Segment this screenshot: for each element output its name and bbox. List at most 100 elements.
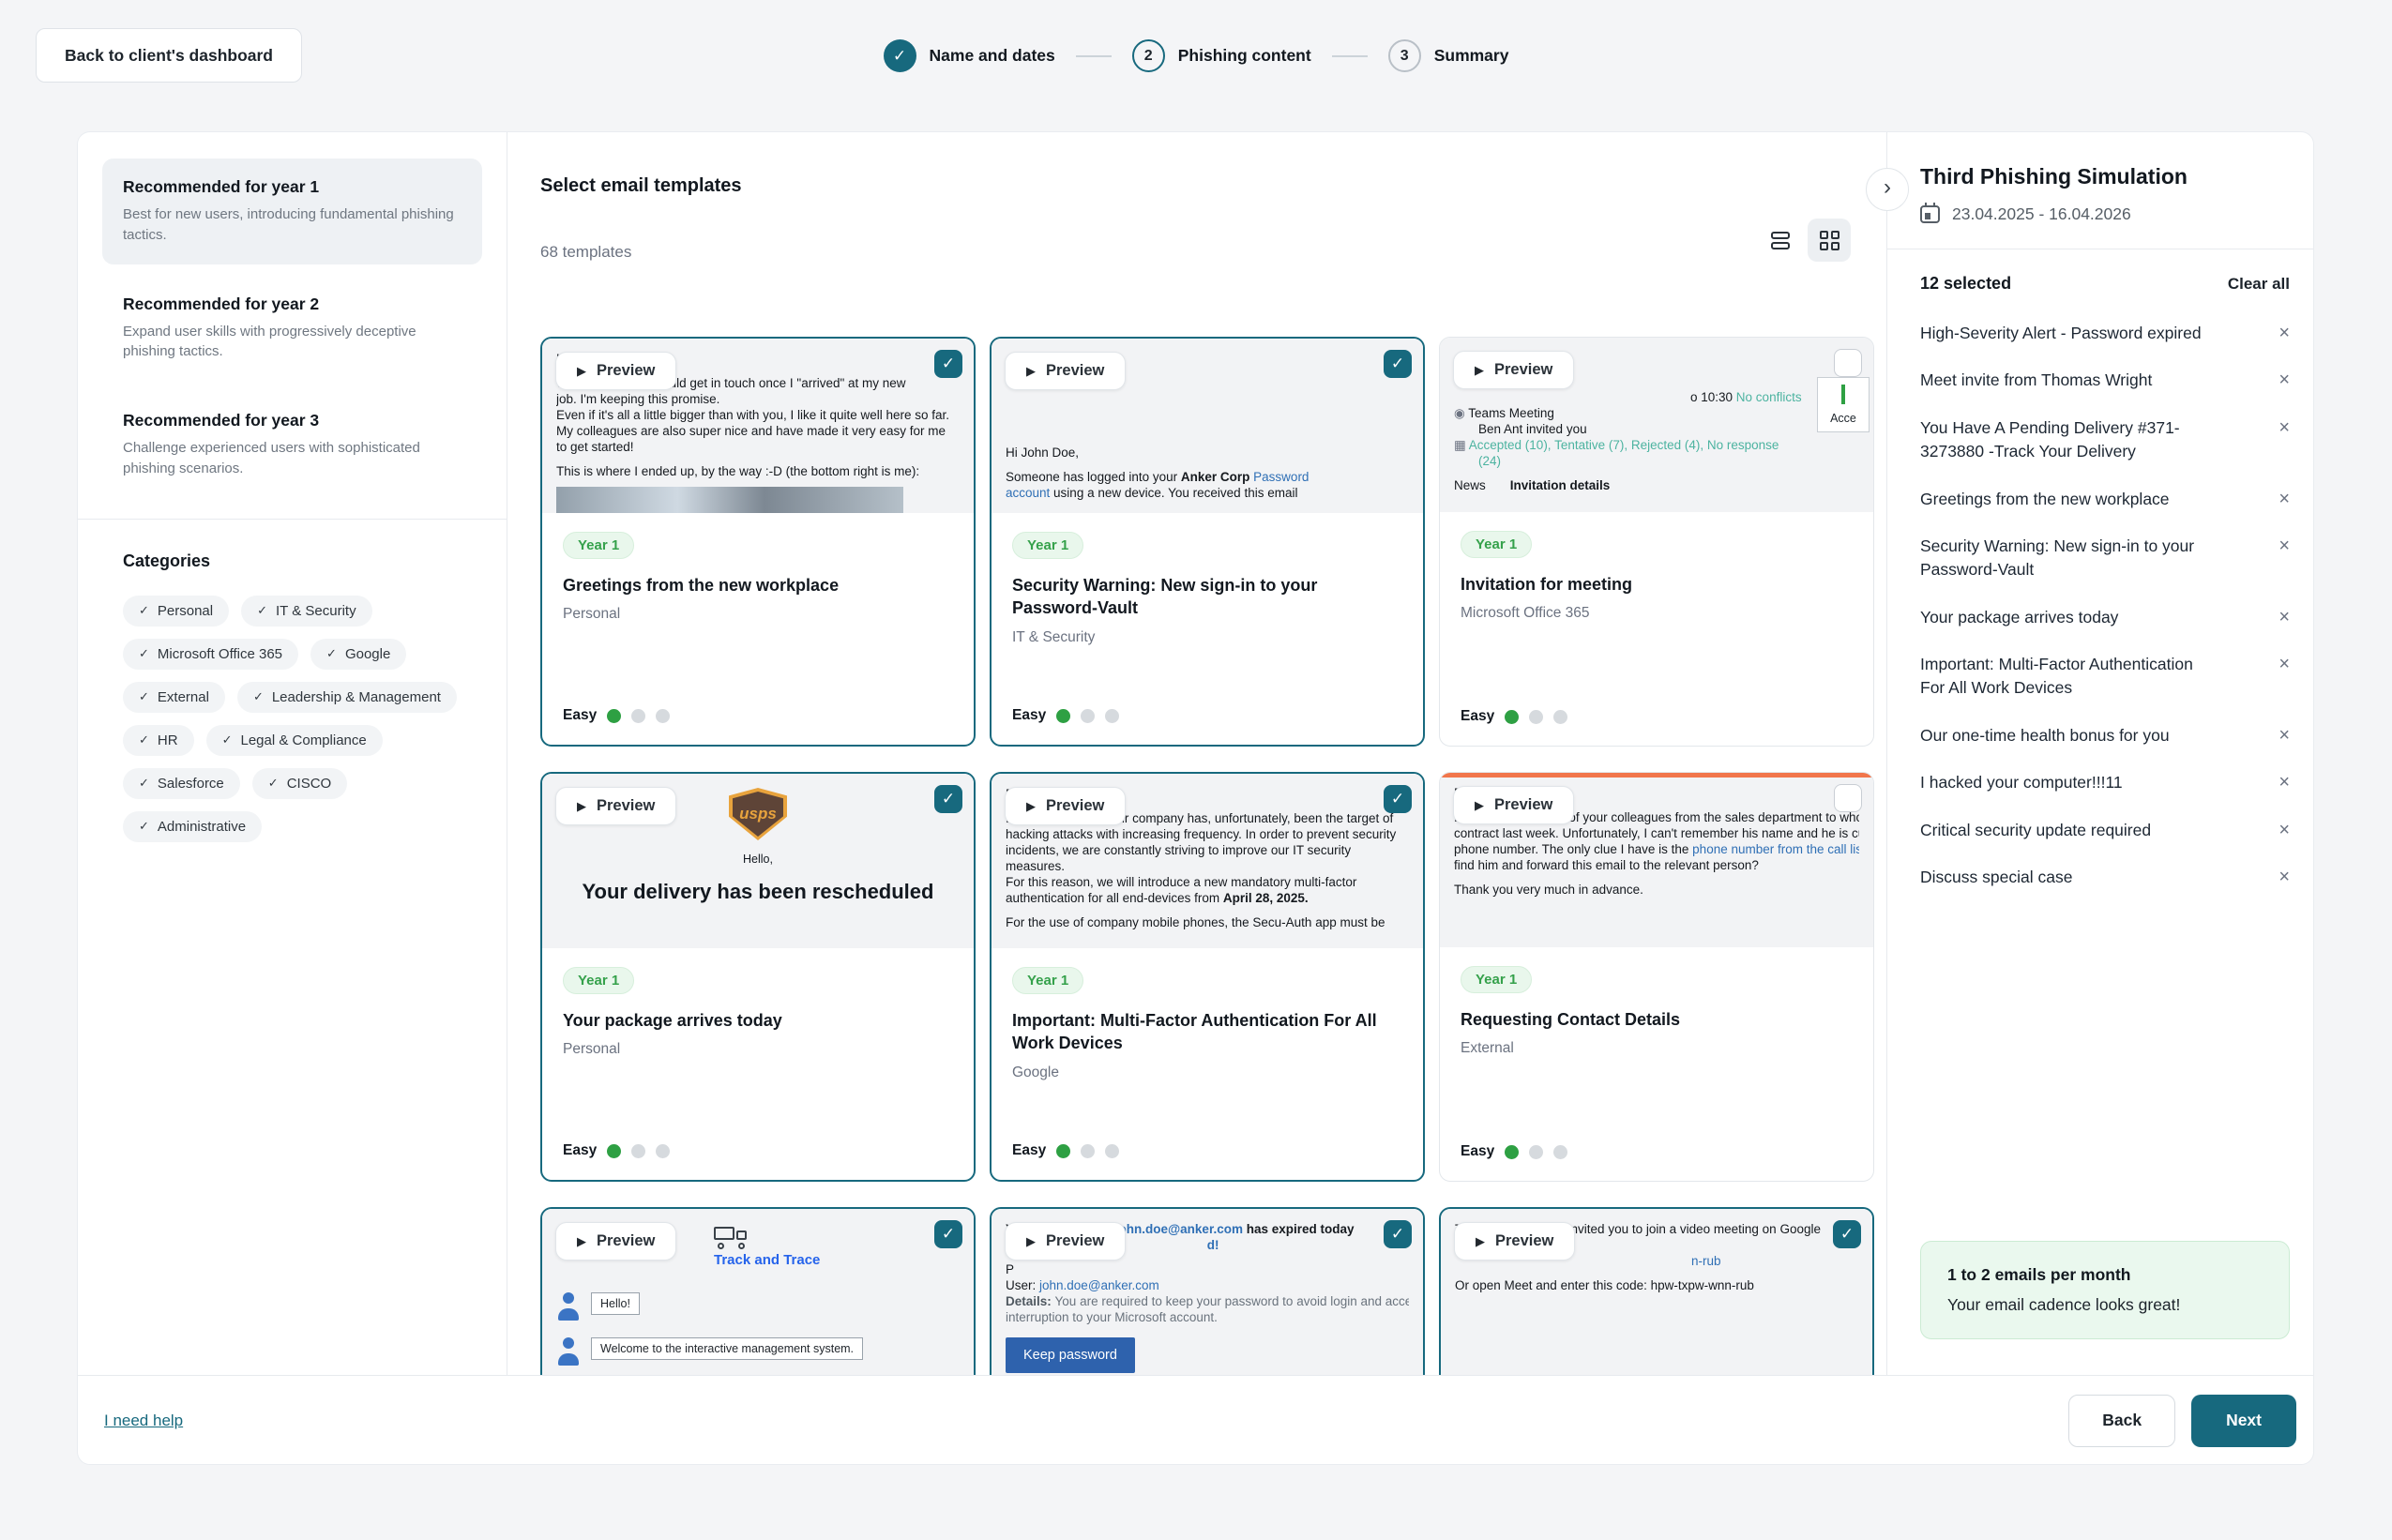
email-preview: DI am looking for one of your colleagues… [1440,773,1873,947]
template-card[interactable]: DI am looking for one of your colleagues… [1439,772,1874,1182]
template-checkbox[interactable]: ✓ [1833,1220,1861,1248]
grid-view-button[interactable] [1808,219,1851,262]
remove-item-button[interactable]: × [2278,771,2290,793]
category-label: Leadership & Management [272,689,441,705]
list-view-button[interactable] [1759,219,1802,262]
category-pill[interactable]: ✓Legal & Compliance [206,725,383,756]
truck-icon [714,1225,751,1249]
chat-bubble: Hello! [591,1292,640,1315]
back-button[interactable]: Back [2068,1395,2175,1447]
remove-item-button[interactable]: × [2278,322,2290,344]
preview-button[interactable]: ▶Preview [1453,351,1574,389]
email-preview-line: ◉ Teams Meeting [1454,405,1859,421]
step-phishing-content[interactable]: 2 Phishing content [1132,39,1311,72]
preview-button[interactable]: ▶Preview [1005,1222,1126,1261]
remove-item-button[interactable]: × [2278,416,2290,439]
template-checkbox[interactable]: ✓ [1384,785,1412,813]
template-checkbox[interactable] [1834,784,1862,812]
remove-item-button[interactable]: × [2278,653,2290,675]
category-pill[interactable]: ✓Personal [123,596,229,627]
difficulty-dot [1529,1145,1543,1159]
template-card[interactable]: Your password to john.doe@anker.com has … [990,1207,1425,1375]
template-checkbox[interactable]: ✓ [1384,1220,1412,1248]
email-text: Or open Meet and enter this code: hpw-tx… [1455,1278,1754,1292]
remove-item-button[interactable]: × [2278,866,2290,888]
preview-button[interactable]: ▶Preview [1005,352,1126,390]
remove-item-button[interactable]: × [2278,819,2290,841]
preview-button[interactable]: ▶Preview [1005,787,1126,825]
email-link: john.doe@anker.com [1115,1222,1243,1236]
accept-button[interactable]: Acce [1817,377,1870,432]
difficulty-dot [1553,710,1567,724]
template-card[interactable]: Track and TraceHello!Welcome to the inte… [540,1207,976,1375]
play-icon: ▶ [1026,799,1036,814]
step-summary[interactable]: 3 Summary [1388,39,1509,72]
preview-button[interactable]: ▶Preview [555,787,676,825]
preview-button[interactable]: ▶Preview [1454,1222,1575,1261]
recommendation-year-2[interactable]: Recommended for year 2 Expand user skill… [102,276,482,382]
template-checkbox[interactable] [1834,349,1862,377]
preview-button[interactable]: ▶Preview [555,352,676,390]
template-checkbox[interactable]: ✓ [1384,350,1412,378]
category-pill[interactable]: ✓Administrative [123,811,262,842]
template-checkbox[interactable]: ✓ [934,785,962,813]
recommendation-year-1[interactable]: Recommended for year 1 Best for new user… [102,159,482,264]
template-title: Important: Multi-Factor Authentication F… [1012,1009,1402,1055]
chat-message: Hello! [556,1292,960,1322]
remove-item-button[interactable]: × [2278,724,2290,747]
template-checkbox[interactable]: ✓ [934,1220,962,1248]
preview-button[interactable]: ▶Preview [555,1222,676,1261]
template-category: Microsoft Office 365 [1461,605,1853,622]
category-pill[interactable]: ✓CISCO [252,768,347,799]
help-link[interactable]: I need help [104,1412,183,1430]
template-card[interactable]: Thomas Wright has invited you to join a … [1439,1207,1874,1375]
email-text: ◉ [1454,406,1468,420]
difficulty-label: Easy [1012,1142,1046,1159]
category-pill[interactable]: ✓Microsoft Office 365 [123,639,298,670]
date-range: 23.04.2025 - 16.04.2026 [1952,204,2131,224]
remove-item-button[interactable]: × [2278,369,2290,391]
template-checkbox[interactable]: ✓ [934,350,962,378]
recommendation-year-3[interactable]: Recommended for year 3 Challenge experie… [102,392,482,498]
category-pill[interactable]: ✓HR [123,725,194,756]
email-text: interruption to your Microsoft account. [1006,1310,1218,1324]
category-pill[interactable]: ✓Google [310,639,406,670]
email-preview-line: find him and forward this email to the r… [1454,857,1859,873]
template-card[interactable]: uspsHello,Your delivery has been resched… [540,772,976,1182]
email-preview-line [1454,873,1859,882]
email-text: (24) [1478,454,1501,468]
difficulty-label: Easy [1012,707,1046,724]
truck-part [718,1243,724,1249]
chat-messages: Hello!Welcome to the interactive managem… [556,1292,960,1367]
difficulty-row: Easy [1461,708,1853,725]
clear-all-button[interactable]: Clear all [2228,275,2290,294]
template-card[interactable]: DIn the recent past, our company has, un… [990,772,1425,1182]
category-pill[interactable]: ✓IT & Security [241,596,372,627]
email-preview-line: authentication for all end-devices from … [1006,890,1409,906]
email-preview-line [1455,1269,1858,1277]
template-card[interactable]: Hello everyone,We agreed that I would ge… [540,337,976,747]
collapse-panel-button[interactable]: › [1866,168,1909,211]
template-card-body: Year 1Requesting Contact DetailsExternal… [1440,947,1873,1181]
year-badge: Year 1 [563,967,634,994]
remove-item-button[interactable]: × [2278,488,2290,510]
difficulty-dot [631,1144,645,1158]
email-text: authentication for all end-devices from [1006,891,1223,905]
next-button[interactable]: Next [2191,1395,2296,1447]
remove-item-button[interactable]: × [2278,535,2290,557]
category-pill[interactable]: ✓Leadership & Management [237,682,457,713]
difficulty-dot [1505,1145,1519,1159]
check-icon: ✓ [884,39,916,72]
remove-item-button[interactable]: × [2278,606,2290,628]
play-icon: ▶ [577,799,586,814]
step-name-and-dates[interactable]: ✓ Name and dates [884,39,1055,72]
template-card[interactable]: o 10:30 No conflicts◉ Teams MeetingBen A… [1439,337,1874,747]
template-card[interactable]: Hi John Doe,Someone has logged into your… [990,337,1425,747]
email-preview-line: Or open Meet and enter this code: hpw-tx… [1455,1277,1858,1293]
category-pill[interactable]: ✓External [123,682,225,713]
category-pill[interactable]: ✓Salesforce [123,768,240,799]
keep-password-button[interactable]: Keep password [1006,1337,1135,1373]
selected-item-label: Important: Multi-Factor Authentication F… [1920,653,2213,701]
preview-button[interactable]: ▶Preview [1453,786,1574,824]
simulation-panel: › Third Phishing Simulation 23.04.2025 -… [1886,132,2314,1375]
